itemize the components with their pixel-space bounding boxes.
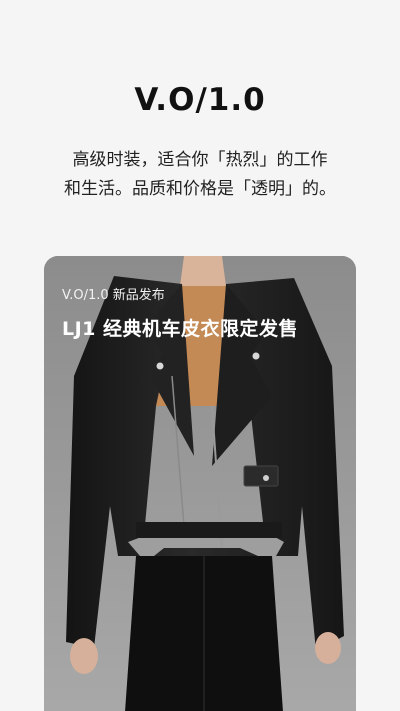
tagline-line-2: 和生活。品质和价格是「透明」的。 [64,179,336,199]
onboarding-page: V.O/1.0 高级时装，适合你「热烈」的工作 和生活。品质和价格是「透明」的。 [0,0,400,711]
hero-card[interactable]: V.O/1.0 新品发布 LJ1 经典机车皮衣限定发售 [44,256,356,711]
brand-title: V.O/1.0 [134,82,266,118]
hero-subtitle: V.O/1.0 新品发布 [62,288,165,303]
tagline-line-1: 高级时装，适合你「热烈」的工作 [72,150,328,170]
tagline: 高级时装，适合你「热烈」的工作 和生活。品质和价格是「透明」的。 [0,146,400,204]
hero-title: LJ1 经典机车皮衣限定发售 [62,318,299,340]
